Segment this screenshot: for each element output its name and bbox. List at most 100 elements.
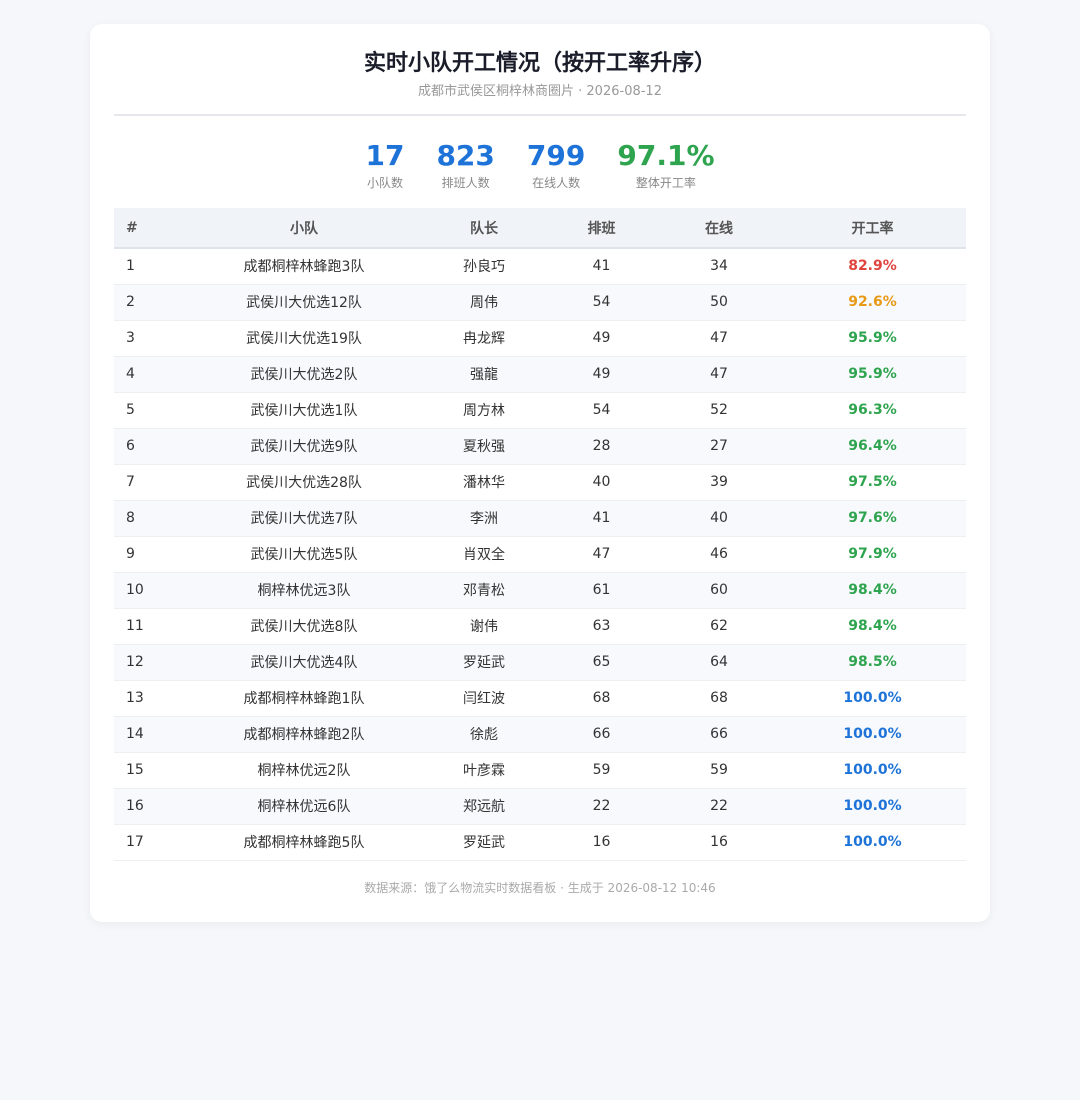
table-row: 2 武侯川大优选12队 周伟 54 50 92.6% (114, 284, 966, 321)
cell-scheduled: 66 (544, 716, 659, 753)
cell-team: 武侯川大优选8队 (184, 608, 424, 645)
cell-online: 66 (659, 716, 779, 753)
table-row: 8 武侯川大优选7队 李洲 41 40 97.6% (114, 500, 966, 537)
cell-leader: 肖双全 (424, 536, 544, 573)
cell-team: 武侯川大优选7队 (184, 500, 424, 537)
stat-label: 在线人数 (532, 176, 581, 190)
cell-online: 50 (659, 284, 779, 321)
column-header-rate: 开工率 (779, 208, 966, 249)
stat-label: 整体开工率 (635, 176, 696, 190)
table-row: 12 武侯川大优选4队 罗延武 65 64 98.5% (114, 644, 966, 681)
cell-online: 47 (659, 320, 779, 357)
cell-index: 13 (114, 680, 184, 717)
cell-scheduled: 40 (544, 464, 659, 501)
cell-leader: 周伟 (424, 284, 544, 321)
cell-index: 3 (114, 320, 184, 357)
cell-scheduled: 49 (544, 356, 659, 393)
cell-scheduled: 16 (544, 824, 659, 861)
cell-index: 10 (114, 572, 184, 609)
cell-rate: 98.4% (779, 572, 966, 609)
cell-online: 46 (659, 536, 779, 573)
cell-team: 武侯川大优选12队 (184, 284, 424, 321)
cell-leader: 强龍 (424, 356, 544, 393)
summary-stats: 17 小队数 823 排班人数 799 在线人数 97.1% 整体开工率 (114, 139, 966, 191)
stat-value: 97.1% (617, 139, 715, 172)
cell-team: 武侯川大优选1队 (184, 392, 424, 429)
table-row: 13 成都桐梓林蜂跑1队 闫红波 68 68 100.0% (114, 680, 966, 717)
column-header-online: 在线 (659, 208, 779, 249)
cell-index: 16 (114, 788, 184, 825)
column-header-team: 小队 (184, 208, 424, 249)
cell-scheduled: 61 (544, 572, 659, 609)
cell-online: 16 (659, 824, 779, 861)
cell-rate: 100.0% (779, 824, 966, 861)
cell-scheduled: 22 (544, 788, 659, 825)
cell-leader: 夏秋强 (424, 428, 544, 465)
cell-scheduled: 54 (544, 392, 659, 429)
cell-rate: 100.0% (779, 716, 966, 753)
cell-index: 5 (114, 392, 184, 429)
cell-rate: 92.6% (779, 284, 966, 321)
cell-leader: 罗延武 (424, 824, 544, 861)
cell-rate: 96.4% (779, 428, 966, 465)
table-row: 17 成都桐梓林蜂跑5队 罗延武 16 16 100.0% (114, 824, 966, 861)
cell-online: 27 (659, 428, 779, 465)
table-row: 3 武侯川大优选19队 冉龙辉 49 47 95.9% (114, 320, 966, 357)
stat-online-count: 799 在线人数 (526, 139, 586, 191)
cell-index: 7 (114, 464, 184, 501)
cell-scheduled: 59 (544, 752, 659, 789)
stat-team-count: 17 小队数 (365, 139, 405, 191)
cell-scheduled: 54 (544, 284, 659, 321)
cell-leader: 罗延武 (424, 644, 544, 681)
table-row: 14 成都桐梓林蜂跑2队 徐彪 66 66 100.0% (114, 716, 966, 753)
stat-scheduled-count: 823 排班人数 (436, 140, 494, 191)
cell-index: 15 (114, 752, 184, 789)
cell-leader: 潘林华 (424, 464, 544, 501)
cell-index: 11 (114, 608, 184, 645)
table-row: 7 武侯川大优选28队 潘林华 40 39 97.5% (114, 464, 966, 501)
cell-scheduled: 41 (544, 500, 659, 537)
stat-label: 小队数 (366, 176, 403, 190)
cell-team: 成都桐梓林蜂跑2队 (184, 716, 424, 753)
cell-index: 17 (114, 824, 184, 861)
column-header-scheduled: 排班 (544, 208, 659, 249)
table-row: 11 武侯川大优选8队 谢伟 63 62 98.4% (114, 608, 966, 645)
cell-rate: 100.0% (779, 752, 966, 789)
cell-online: 52 (659, 392, 779, 429)
cell-leader: 谢伟 (424, 608, 544, 645)
cell-team: 桐梓林优远3队 (184, 572, 424, 609)
column-header-leader: 队长 (424, 208, 544, 249)
cell-team: 武侯川大优选28队 (184, 464, 424, 501)
cell-leader: 冉龙辉 (424, 320, 544, 357)
cell-index: 6 (114, 428, 184, 465)
table-row: 6 武侯川大优选9队 夏秋强 28 27 96.4% (114, 428, 966, 465)
cell-index: 2 (114, 284, 184, 321)
cell-scheduled: 68 (544, 680, 659, 717)
cell-team: 成都桐梓林蜂跑1队 (184, 680, 424, 717)
stat-value: 799 (526, 139, 586, 172)
table-row: 10 桐梓林优远3队 邓青松 61 60 98.4% (114, 572, 966, 609)
table-row: 1 成都桐梓林蜂跑3队 孙良巧 41 34 82.9% (114, 248, 966, 285)
page-title: 实时小队开工情况（按开工率升序） (363, 51, 716, 76)
cell-team: 桐梓林优远2队 (184, 752, 424, 789)
stat-overall-rate: 97.1% 整体开工率 (617, 139, 715, 191)
cell-team: 成都桐梓林蜂跑3队 (184, 248, 424, 285)
cell-rate: 97.5% (779, 464, 966, 501)
cell-online: 68 (659, 680, 779, 717)
cell-team: 桐梓林优远6队 (184, 788, 424, 825)
cell-team: 武侯川大优选19队 (184, 320, 424, 357)
cell-rate: 82.9% (779, 248, 966, 285)
cell-scheduled: 49 (544, 320, 659, 357)
cell-index: 4 (114, 356, 184, 393)
cell-leader: 叶彦霖 (424, 752, 544, 789)
cell-leader: 郑远航 (424, 788, 544, 825)
cell-leader: 徐彪 (424, 716, 544, 753)
cell-online: 64 (659, 644, 779, 681)
stat-value: 17 (365, 139, 405, 172)
table-row: 4 武侯川大优选2队 强龍 49 47 95.9% (114, 356, 966, 393)
cell-team: 成都桐梓林蜂跑5队 (184, 824, 424, 861)
cell-rate: 95.9% (779, 320, 966, 357)
cell-rate: 96.3% (779, 392, 966, 429)
cell-online: 60 (659, 572, 779, 609)
cell-rate: 100.0% (779, 680, 966, 717)
